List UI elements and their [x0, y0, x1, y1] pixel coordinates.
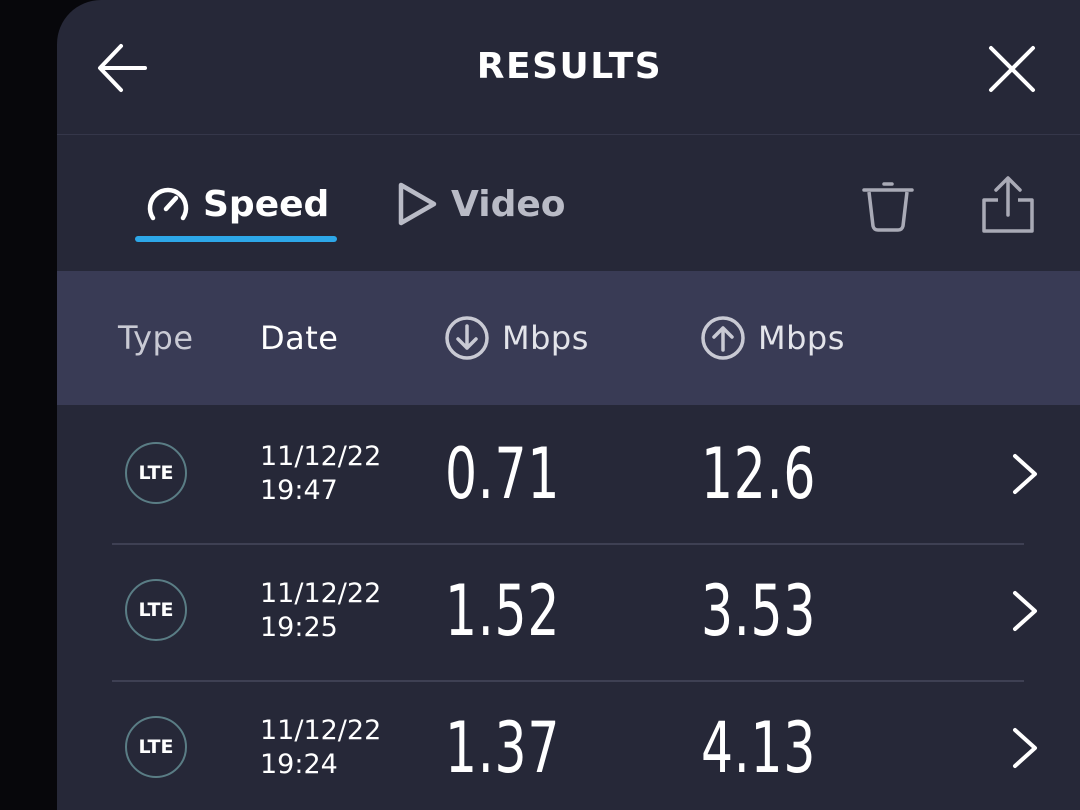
column-header-date-label: Date [260, 319, 339, 357]
column-header-download-label: Mbps [502, 319, 589, 357]
chevron-right-icon [1013, 728, 1037, 768]
delete-button[interactable] [857, 175, 919, 237]
share-button[interactable] [977, 173, 1039, 237]
share-icon [982, 176, 1034, 233]
active-tab-indicator [135, 236, 337, 242]
column-header-upload: Mbps [700, 316, 845, 360]
tab-video[interactable]: Video [397, 179, 566, 229]
table-header: Type Date Mbps Mbps [57, 271, 1080, 405]
column-header-type: Type [118, 316, 194, 360]
column-header-date: Date [260, 316, 338, 360]
upload-arrow-icon [701, 316, 745, 360]
play-icon [398, 182, 437, 226]
column-header-type-label: Type [118, 319, 194, 357]
network-type-badge: LTE [125, 579, 187, 641]
top-bar: RESULTS [57, 0, 1080, 135]
result-datetime: 11/12/22 19:25 [260, 577, 381, 645]
download-value: 0.71 [445, 433, 561, 515]
tab-speed-label: Speed [203, 183, 330, 225]
results-screen: RESULTS Speed Video Type Date Mbps Mbps … [57, 0, 1080, 810]
column-header-upload-label: Mbps [758, 319, 845, 357]
result-row[interactable]: LTE 11/12/22 19:47 0.71 12.6 [57, 406, 1080, 543]
results-list: LTE 11/12/22 19:47 0.71 12.6 LTE 11/12/2… [57, 406, 1080, 810]
result-date: 11/12/22 [260, 441, 382, 472]
upload-value: 4.13 [701, 707, 817, 789]
tab-video-label: Video [451, 183, 566, 225]
result-date: 11/12/22 [260, 578, 382, 609]
trash-icon [862, 182, 914, 232]
close-icon [989, 46, 1035, 92]
result-row[interactable]: LTE 11/12/22 19:24 1.37 4.13 [57, 680, 1080, 810]
network-type-badge: LTE [125, 716, 187, 778]
column-header-download: Mbps [444, 316, 589, 360]
result-datetime: 11/12/22 19:47 [260, 440, 381, 508]
upload-value: 3.53 [701, 570, 817, 652]
result-time: 19:24 [260, 749, 338, 780]
result-time: 19:25 [260, 612, 338, 643]
chevron-right-icon [1013, 591, 1037, 631]
page-title: RESULTS [476, 46, 663, 87]
chevron-right-icon [1013, 454, 1037, 494]
download-value: 1.52 [445, 570, 561, 652]
speedometer-icon [147, 187, 189, 221]
download-value: 1.37 [445, 707, 561, 789]
result-row[interactable]: LTE 11/12/22 19:25 1.52 3.53 [57, 543, 1080, 680]
tab-speed[interactable]: Speed [145, 179, 329, 229]
result-time: 19:47 [260, 475, 338, 506]
network-type-badge: LTE [125, 442, 187, 504]
tab-bar: Speed Video [57, 135, 1080, 270]
result-datetime: 11/12/22 19:24 [260, 714, 381, 782]
download-arrow-icon [445, 316, 489, 360]
close-button[interactable] [981, 38, 1043, 100]
upload-value: 12.6 [701, 433, 817, 515]
result-date: 11/12/22 [260, 715, 382, 746]
